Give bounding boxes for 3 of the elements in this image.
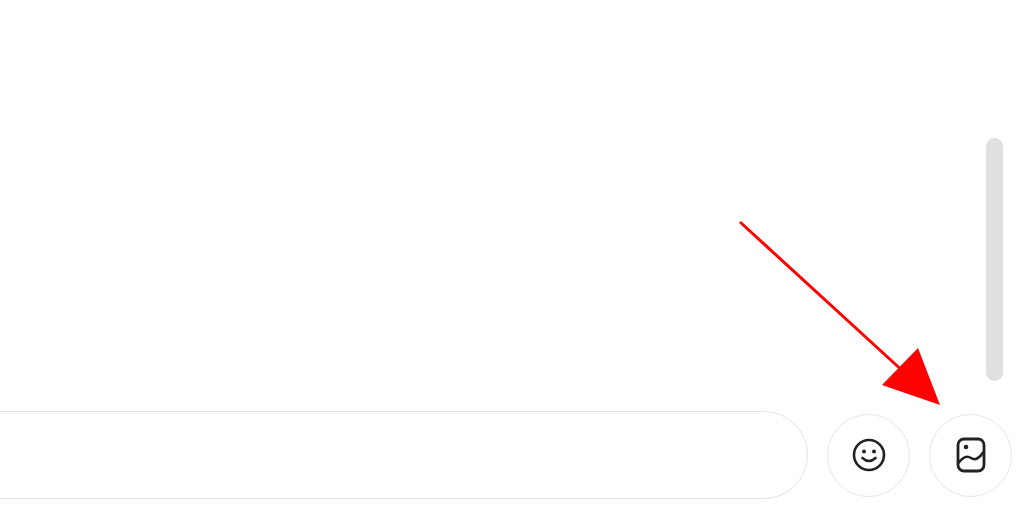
smiley-icon	[851, 438, 886, 472]
image-icon	[955, 437, 986, 473]
scrollbar[interactable]	[986, 138, 1003, 381]
